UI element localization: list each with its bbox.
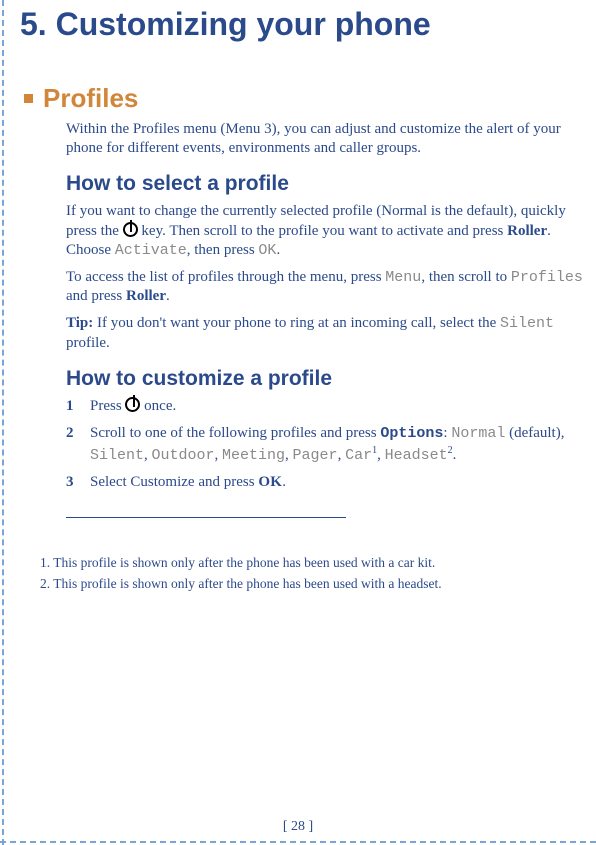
footnote-rule	[66, 517, 346, 518]
text: and press	[195, 474, 259, 490]
text: .	[282, 474, 286, 490]
text: To access the list of profiles through t…	[66, 269, 385, 285]
tip-label: Tip:	[66, 315, 93, 331]
customize-heading: How to customize a profile	[66, 367, 584, 391]
step-item: 1 Press once.	[66, 397, 584, 417]
page-content: 5. Customizing your phone Profiles Withi…	[0, 0, 596, 593]
roller-label: Roller	[126, 288, 166, 304]
step-body: Scroll to one of the following profiles …	[90, 424, 584, 465]
text: If you don't want your phone to ring at …	[93, 315, 500, 331]
text: and press	[66, 288, 126, 304]
text: ,	[338, 447, 346, 463]
select-para-1: If you want to change the currently sele…	[66, 202, 584, 260]
profiles-mono: Profiles	[511, 269, 583, 286]
select-heading: How to select a profile	[66, 172, 584, 196]
section-title: Profiles	[43, 83, 138, 114]
text: , then press	[187, 242, 259, 258]
roller-label: Roller	[507, 223, 547, 239]
text: Select	[90, 474, 130, 490]
footnote-2: 2. This profile is shown only after the …	[40, 575, 584, 593]
text: (default),	[505, 425, 564, 441]
ok-bold: OK	[258, 474, 282, 490]
step-item: 2 Scroll to one of the following profile…	[66, 424, 584, 465]
step-item: 3 Select Customize and press OK.	[66, 473, 584, 493]
step-number: 3	[66, 473, 80, 493]
text: ,	[144, 447, 152, 463]
power-key-icon	[123, 222, 138, 237]
footnotes: 1. This profile is shown only after the …	[40, 554, 584, 593]
step-body: Select Customize and press OK.	[90, 473, 584, 493]
text: .	[166, 288, 170, 304]
select-para-2: To access the list of profiles through t…	[66, 268, 584, 306]
page-number: [ 28 ]	[0, 819, 596, 835]
text: .	[453, 447, 457, 463]
silent-mono: Silent	[90, 447, 144, 464]
step-number: 2	[66, 424, 80, 465]
chapter-title: 5. Customizing your phone	[20, 0, 584, 43]
text: ,	[215, 447, 223, 463]
activate-mono: Activate	[115, 242, 187, 259]
text: profile.	[66, 335, 110, 351]
footnote-1: 1. This profile is shown only after the …	[40, 554, 584, 572]
meeting-mono: Meeting	[222, 447, 285, 464]
ok-mono: OK	[258, 242, 276, 259]
step-number: 1	[66, 397, 80, 417]
text: once.	[140, 398, 176, 414]
menu-mono: Menu	[385, 269, 421, 286]
section-header-row: Profiles	[20, 83, 584, 114]
section-content: Within the Profiles menu (Menu 3), you c…	[66, 120, 584, 493]
text: .	[276, 242, 280, 258]
silent-mono: Silent	[500, 315, 554, 332]
bullet-icon	[24, 94, 33, 103]
text: Press	[90, 398, 125, 414]
text: Scroll to one of the following profiles …	[90, 425, 380, 441]
section-intro: Within the Profiles menu (Menu 3), you c…	[66, 120, 584, 158]
car-mono: Car	[345, 447, 372, 464]
text: key. Then scroll to the profile you want…	[138, 223, 507, 239]
tip-para: Tip: If you don't want your phone to rin…	[66, 314, 584, 352]
step-body: Press once.	[90, 397, 584, 417]
text: ,	[285, 447, 293, 463]
power-key-icon	[125, 397, 140, 412]
normal-mono: Normal	[451, 425, 505, 442]
text: , then scroll to	[421, 269, 511, 285]
headset-mono: Headset	[385, 447, 448, 464]
text: ,	[377, 447, 385, 463]
step-list: 1 Press once. 2 Scroll to one of the fol…	[66, 397, 584, 493]
outdoor-mono: Outdoor	[152, 447, 215, 464]
options-mono-bold: Options	[380, 425, 443, 442]
bottom-dashed-border	[0, 841, 596, 843]
customize-label: Customize	[130, 474, 194, 490]
pager-mono: Pager	[293, 447, 338, 464]
